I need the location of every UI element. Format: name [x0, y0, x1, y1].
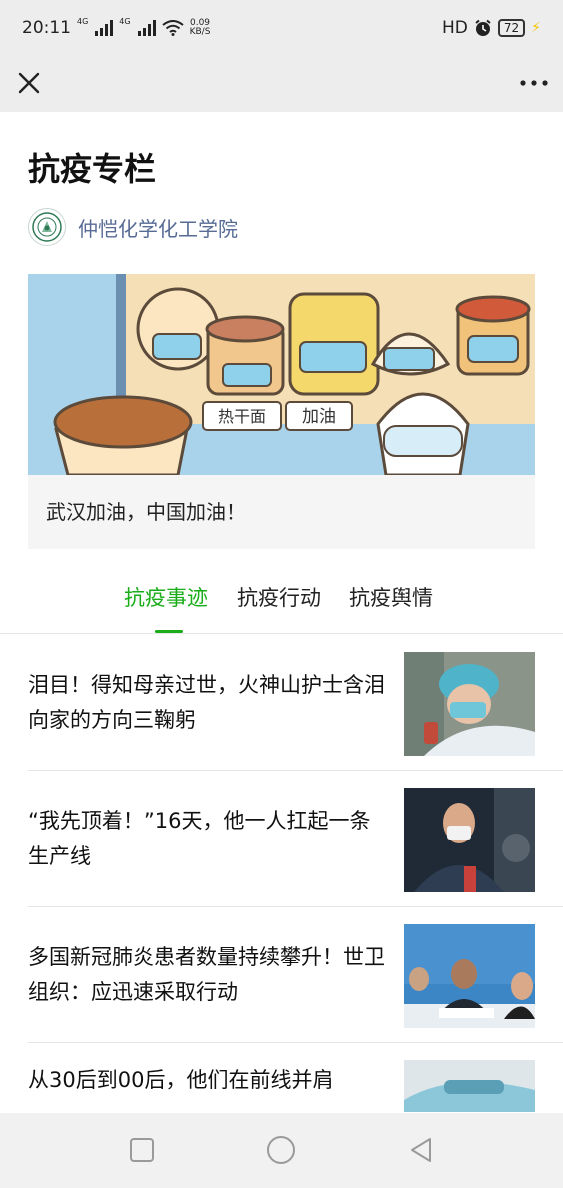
article-item[interactable]: 泪目！得知母亲过世，火神山护士含泪向家的方向三鞠躬: [28, 635, 563, 771]
active-tab-indicator: [155, 630, 183, 633]
speed-unit: KB/S: [189, 27, 211, 37]
signal-icon-2: [137, 20, 156, 36]
topic-tabs: 抗疫事迹 抗疫行动 抗疫舆情: [0, 582, 563, 634]
article-item[interactable]: 多国新冠肺炎患者数量持续攀升！世卫组织：应迅速采取行动: [28, 907, 563, 1043]
network-type-2: 4G: [119, 17, 131, 26]
close-icon: [18, 72, 40, 94]
back-button[interactable]: [406, 1135, 436, 1165]
article-thumbnail: [404, 924, 535, 1028]
home-button[interactable]: [266, 1135, 296, 1165]
article-item[interactable]: “我先顶着！”16天，他一人扛起一条生产线: [28, 771, 563, 907]
banner-caption: 武汉加油，中国加油！: [46, 500, 246, 524]
battery-indicator: 72: [497, 19, 526, 37]
network-type-1: 4G: [77, 17, 89, 26]
tab-actions[interactable]: 抗疫行动: [237, 582, 321, 612]
article-thumbnail: [404, 1060, 535, 1112]
tab-deeds[interactable]: 抗疫事迹: [124, 582, 208, 612]
tab-opinion[interactable]: 抗疫舆情: [349, 582, 433, 612]
author-link[interactable]: 仲恺化学化工学院: [28, 208, 238, 246]
school-emblem-icon: [32, 212, 62, 242]
more-options-button[interactable]: [517, 68, 551, 98]
more-icon: [520, 80, 548, 86]
close-button[interactable]: [14, 68, 44, 98]
circle-icon: [267, 1136, 295, 1164]
banner-illustration: 热干面 加油: [28, 274, 535, 475]
banner-sign-left: 热干面: [218, 407, 266, 426]
alarm-icon: [475, 19, 491, 36]
page-title: 抗疫专栏: [28, 150, 157, 188]
charging-icon: ⚡: [531, 20, 541, 36]
square-icon: [130, 1138, 154, 1162]
author-avatar: [28, 208, 66, 246]
article-title: 多国新冠肺炎患者数量持续攀升！世卫组织：应迅速采取行动: [28, 945, 385, 1004]
signal-icon-1: [95, 20, 114, 36]
banner-card[interactable]: 热干面 加油 武汉加油，中国加油！: [28, 274, 535, 549]
article-title: 从30后到00后，他们在前线并肩: [28, 1068, 334, 1092]
status-bar: 20:11 4G 4G 0.09 KB/S HD 72 ⚡: [0, 0, 563, 56]
article-thumbnail: [404, 652, 535, 756]
banner-sign-right: 加油: [302, 407, 336, 427]
status-time: 20:11: [22, 18, 71, 38]
article-item[interactable]: 从30后到00后，他们在前线并肩: [28, 1043, 563, 1112]
article-thumbnail: [404, 788, 535, 892]
article-title: “我先顶着！”16天，他一人扛起一条生产线: [28, 809, 371, 868]
hd-indicator: HD: [442, 18, 468, 38]
article-content: 抗疫专栏 仲恺化学化工学院 热干面 加油 武汉加油，中国加油！ 抗疫事迹 抗疫行…: [0, 112, 563, 1112]
system-navigation-bar: [0, 1113, 563, 1188]
back-triangle-icon: [411, 1138, 431, 1162]
nav-bar: [0, 56, 563, 112]
article-title: 泪目！得知母亲过世，火神山护士含泪向家的方向三鞠躬: [28, 673, 385, 732]
recent-apps-button[interactable]: [127, 1135, 157, 1165]
network-speed: 0.09 KB/S: [190, 19, 211, 37]
author-name: 仲恺化学化工学院: [78, 216, 238, 241]
wifi-icon: [161, 20, 184, 36]
